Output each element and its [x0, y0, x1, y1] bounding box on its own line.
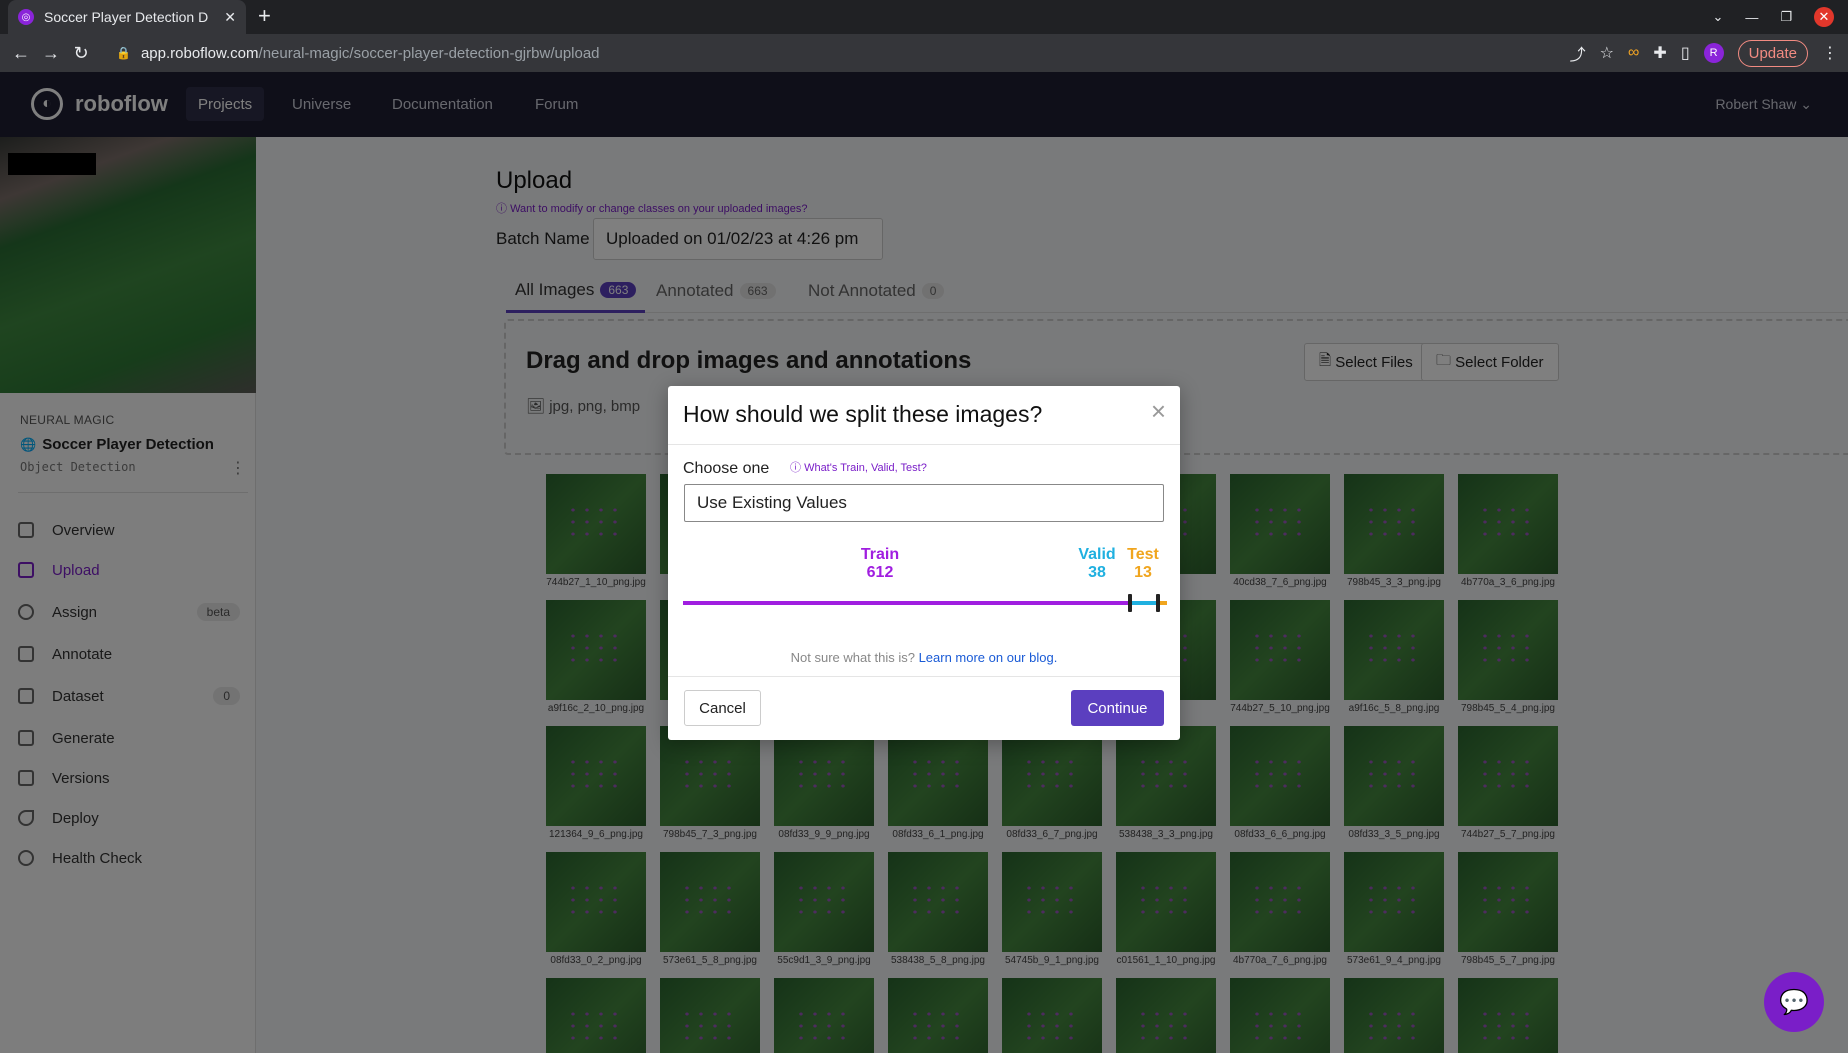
train-segment: [683, 601, 1130, 605]
lock-icon: 🔒: [116, 46, 131, 60]
train-valid-handle[interactable]: [1127, 594, 1132, 612]
tab-search-icon[interactable]: ⌄: [1712, 9, 1723, 25]
roboflow-favicon-icon: ◎: [18, 9, 34, 25]
split-help-note: Not sure what this is? Learn more on our…: [668, 650, 1180, 665]
continue-button[interactable]: Continue: [1071, 690, 1164, 726]
dialog-title: How should we split these images?: [683, 401, 1043, 427]
minimize-icon[interactable]: —: [1745, 10, 1758, 25]
update-button[interactable]: Update: [1737, 39, 1808, 67]
reload-icon[interactable]: ↻: [66, 43, 96, 64]
split-dialog: How should we split these images? × Choo…: [668, 386, 1180, 740]
back-icon[interactable]: ←: [6, 43, 36, 64]
browser-tab[interactable]: ◎ Soccer Player Detection D ✕: [8, 0, 246, 34]
valid-test-handle[interactable]: [1155, 594, 1160, 612]
forward-icon[interactable]: →: [36, 43, 66, 64]
extension-icon[interactable]: ∞: [1628, 44, 1639, 62]
side-panel-icon[interactable]: ▯: [1681, 43, 1690, 63]
dialog-divider: [668, 444, 1180, 445]
train-count: 612: [866, 564, 894, 581]
note-text: Not sure what this is?: [790, 650, 915, 665]
share-icon[interactable]: ⤴: [1570, 41, 1586, 65]
new-tab-button[interactable]: +: [258, 5, 271, 27]
tab-close-icon[interactable]: ✕: [224, 9, 236, 26]
restore-icon[interactable]: ❐: [1780, 9, 1792, 25]
valid-label-text: Valid: [1078, 546, 1116, 563]
browser-tabstrip: ◎ Soccer Player Detection D ✕ + ⌄ — ❐ ✕: [0, 0, 1848, 34]
close-icon[interactable]: ×: [1151, 396, 1166, 427]
address-bar[interactable]: 🔒 app.roboflow.com /neural-magic/soccer-…: [106, 38, 1562, 68]
test-label: Test 13: [1123, 546, 1163, 582]
train-valid-test-help-link[interactable]: ⓘ What's Train, Valid, Test?: [790, 459, 927, 475]
window-controls: ⌄ — ❐ ✕: [1712, 0, 1848, 34]
browser-menu-icon[interactable]: ⋮: [1822, 43, 1838, 63]
puzzle-icon[interactable]: ✚: [1653, 43, 1666, 63]
profile-avatar[interactable]: R: [1703, 43, 1724, 63]
browser-toolbar-right: ⤴ ☆ ∞ ✚ ▯ R Update ⋮: [1570, 38, 1838, 68]
help-circle-icon: ⓘ: [790, 462, 805, 474]
split-slider: [683, 594, 1167, 612]
browser-tab-title: Soccer Player Detection D: [44, 9, 209, 25]
chat-icon[interactable]: 💬: [1764, 972, 1824, 1032]
train-label-text: Train: [860, 546, 900, 563]
url-path: /neural-magic/soccer-player-detection-gj…: [258, 44, 600, 62]
split-method-select[interactable]: Use Existing Values: [684, 484, 1164, 522]
test-count: 13: [1134, 564, 1152, 581]
train-label: Train 612: [848, 546, 912, 582]
learn-more-link[interactable]: Learn more on our blog.: [919, 650, 1058, 665]
test-label-text: Test: [1127, 546, 1159, 563]
valid-label: Valid 38: [1073, 546, 1121, 582]
url-host: app.roboflow.com: [140, 44, 259, 62]
choose-one-label: Choose one: [683, 460, 770, 477]
bookmark-star-icon[interactable]: ☆: [1600, 43, 1614, 63]
help-link-text: What's Train, Valid, Test?: [804, 462, 927, 474]
dialog-footer-divider: [668, 676, 1180, 677]
cancel-button[interactable]: Cancel: [684, 690, 761, 726]
valid-segment: [1129, 601, 1158, 605]
valid-count: 38: [1088, 564, 1106, 581]
window-close-icon[interactable]: ✕: [1814, 7, 1834, 27]
